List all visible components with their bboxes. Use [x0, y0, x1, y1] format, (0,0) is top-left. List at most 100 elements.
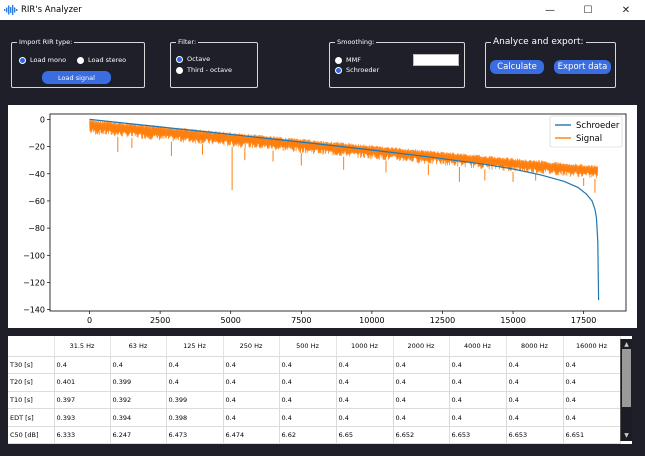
window-title: RIR's Analyzer	[21, 5, 82, 15]
table-cell[interactable]: 0.4	[448, 373, 507, 392]
table-row: C50 [dB] 6.333 6.247 6.473 6.474 6.62 6.65 6.65…	[8, 425, 621, 444]
filter-group: Filter:	[170, 37, 258, 88]
table-cell[interactable]: 0.4	[53, 355, 111, 375]
scroll-down-icon[interactable]: ▼	[622, 431, 631, 439]
table-cell[interactable]: 0.4	[392, 390, 450, 410]
table-cell[interactable]: 0.393	[53, 408, 111, 427]
table-cell[interactable]: 6.653	[505, 425, 564, 444]
column-header[interactable]: 16000 Hz	[563, 336, 621, 356]
table-row: T20 [s] 0.401 0.399 0.4 0.4 0.4 0.4 0.4 0.4 0.4 0.…	[8, 373, 621, 392]
row-header[interactable]: T20 [s]	[8, 373, 55, 392]
scroll-up-icon[interactable]: ▲	[622, 340, 631, 348]
table-cell[interactable]: 0.4	[278, 355, 337, 375]
table-cell[interactable]: 0.4	[505, 390, 564, 410]
radio-indicator	[335, 66, 342, 74]
y-tick-label: 0	[40, 115, 45, 124]
minimize-button[interactable]: —	[531, 0, 569, 20]
table-cell[interactable]: 0.4	[505, 408, 564, 427]
import-group-title: Import RIR type:	[17, 37, 75, 47]
mmf-radio[interactable]: MMF	[335, 56, 361, 64]
schroeder-series-line	[89, 118, 600, 301]
close-button[interactable]: ✕	[607, 0, 645, 20]
radio-indicator	[176, 66, 183, 74]
table-cell[interactable]: 0.392	[109, 390, 167, 410]
table-row: EDT [s] 0.393 0.394 0.398 0.4 0.4 0.4 0.4 0.4 0.4…	[8, 408, 621, 427]
table-cell[interactable]: 6.65	[335, 425, 394, 444]
table-cell[interactable]: 0.4	[505, 373, 564, 392]
table-cell[interactable]: 0.4	[278, 408, 337, 427]
load-stereo-radio[interactable]: Load stereo	[77, 56, 126, 64]
table-cell[interactable]: 6.653	[448, 425, 507, 444]
table-cell[interactable]: 0.4	[562, 408, 621, 427]
table-cell[interactable]: 0.398	[165, 408, 224, 427]
table-cell[interactable]: 0.4	[278, 373, 337, 392]
plot-panel: 0 2500 5000 7500 10000 12500 15000 17500 0 −20 −40…	[8, 105, 637, 328]
table-cell[interactable]: 0.4	[448, 390, 507, 410]
row-header[interactable]: C50 [dB]	[8, 425, 55, 444]
y-tick-label: −60	[28, 197, 45, 206]
schroeder-radio[interactable]: Schroeder	[335, 66, 379, 74]
table-cell[interactable]: 0.4	[448, 355, 507, 375]
results-table: 31.5 Hz 63 Hz 125 Hz 250 Hz 500 Hz 1000 …	[8, 336, 632, 444]
column-header[interactable]: 31.5 Hz	[54, 336, 111, 356]
y-tick-label: −40	[28, 170, 45, 179]
filter-group-title: Filter:	[176, 37, 199, 47]
table-cell[interactable]: 0.4	[109, 355, 167, 375]
table-cell[interactable]: 0.399	[165, 390, 224, 410]
column-header[interactable]: 500 Hz	[279, 336, 337, 356]
load-mono-radio[interactable]: Load mono	[19, 56, 66, 64]
table-cell[interactable]: 0.399	[109, 373, 167, 392]
table-cell[interactable]: 0.4	[392, 408, 450, 427]
table-cell[interactable]: 0.4	[335, 355, 394, 375]
table-cell[interactable]: 6.247	[109, 425, 167, 444]
table-cell[interactable]: 0.4	[335, 373, 394, 392]
table-cell[interactable]: 0.4	[335, 408, 394, 427]
scroll-thumb[interactable]	[622, 349, 631, 407]
column-header[interactable]: 1000 Hz	[336, 336, 394, 356]
third-octave-radio[interactable]: Third - octave	[176, 66, 232, 74]
table-cell[interactable]: 0.4	[222, 373, 280, 392]
load-signal-button[interactable]: Load signal	[42, 71, 111, 84]
table-cell[interactable]: 0.4	[165, 373, 224, 392]
column-header[interactable]: 250 Hz	[223, 336, 280, 356]
calculate-button[interactable]: Calculate	[490, 60, 544, 74]
row-header[interactable]: T30 [s]	[8, 355, 55, 375]
column-header[interactable]: 125 Hz	[166, 336, 224, 356]
table-cell[interactable]: 6.62	[278, 425, 337, 444]
table-cell[interactable]: 6.474	[222, 425, 280, 444]
table-cell[interactable]: 0.394	[109, 408, 167, 427]
load-stereo-label: Load stereo	[88, 56, 127, 64]
table-cell[interactable]: 0.4	[222, 408, 280, 427]
table-cell[interactable]: 0.397	[53, 390, 111, 410]
column-header[interactable]: 8000 Hz	[506, 336, 564, 356]
x-tick-label: 12500	[430, 316, 455, 325]
table-cell[interactable]: 0.4	[222, 355, 280, 375]
row-header[interactable]: T10 [s]	[8, 390, 55, 410]
table-cell[interactable]: 6.333	[53, 425, 111, 444]
table-cell[interactable]: 0.4	[335, 390, 394, 410]
column-header[interactable]: 4000 Hz	[449, 336, 507, 356]
table-cell[interactable]: 6.651	[562, 425, 621, 444]
table-cell[interactable]: 0.4	[165, 355, 224, 375]
table-cell[interactable]: 0.4	[448, 408, 507, 427]
radio-indicator	[77, 56, 84, 64]
table-cell[interactable]: 0.4	[392, 355, 450, 375]
table-cell[interactable]: 0.4	[562, 373, 621, 392]
maximize-button[interactable]: ☐	[569, 0, 607, 20]
row-header[interactable]: EDT [s]	[8, 408, 55, 427]
table-cell[interactable]: 0.401	[53, 373, 111, 392]
table-cell[interactable]: 6.473	[165, 425, 224, 444]
table-cell[interactable]: 0.4	[505, 355, 564, 375]
export-data-button[interactable]: Export data	[554, 60, 611, 74]
table-cell[interactable]: 0.4	[392, 373, 450, 392]
table-cell[interactable]: 0.4	[562, 355, 621, 375]
table-scrollbar[interactable]: ▲ ▼	[620, 339, 632, 441]
table-cell[interactable]: 0.4	[278, 390, 337, 410]
column-header[interactable]: 2000 Hz	[393, 336, 450, 356]
table-cell[interactable]: 0.4	[562, 390, 621, 410]
mmf-value-input[interactable]	[413, 54, 459, 66]
table-cell[interactable]: 0.4	[222, 390, 280, 410]
column-header[interactable]: 63 Hz	[110, 336, 167, 356]
octave-radio[interactable]: Octave	[176, 55, 210, 63]
table-cell[interactable]: 6.652	[392, 425, 450, 444]
